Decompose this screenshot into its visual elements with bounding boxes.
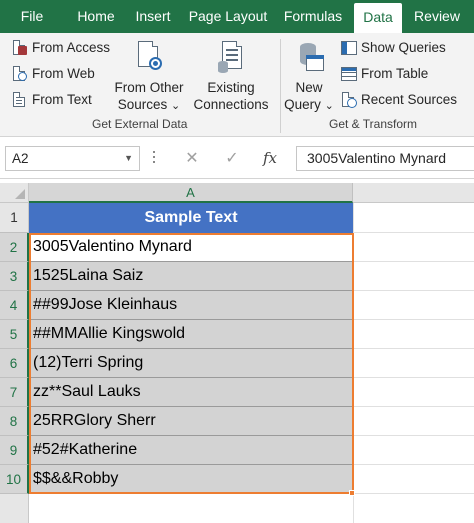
new-query-icon (292, 39, 326, 77)
new-query-button[interactable]: New Query ⌄ (284, 39, 334, 115)
gridline (353, 319, 474, 320)
table-cell[interactable]: 25RRGlory Sherr (29, 407, 353, 436)
row-header[interactable]: 8 (0, 407, 29, 436)
from-other-sources-button[interactable]: From Other Sources ⌄ (112, 39, 186, 115)
row-header[interactable]: 7 (0, 378, 29, 407)
text-file-icon (12, 92, 28, 108)
table-cell[interactable]: 1525Laina Saiz (29, 262, 353, 291)
gridline (353, 435, 474, 436)
tab-insert[interactable]: Insert (130, 0, 176, 33)
from-web-label: From Web (32, 66, 95, 81)
from-web-button[interactable]: From Web (12, 63, 95, 85)
connections-icon (214, 39, 248, 77)
tab-file[interactable]: File (10, 0, 54, 33)
group-label-get-external-data: Get External Data (92, 117, 188, 131)
table-cell[interactable]: zz**Saul Lauks (29, 378, 353, 407)
table-cell[interactable]: ##99Jose Kleinhaus (29, 291, 353, 320)
select-all-button[interactable] (0, 183, 29, 203)
new-query-label-line2: Query ⌄ (284, 97, 334, 112)
from-text-label: From Text (32, 92, 92, 107)
row-header[interactable]: 10 (0, 465, 29, 494)
ribbon-tab-bar: File Home Insert Page Layout Formulas Da… (0, 0, 474, 33)
name-box-dropdown-icon[interactable]: ▼ (124, 147, 133, 170)
recent-sources-icon (341, 92, 357, 108)
show-queries-label: Show Queries (361, 40, 446, 55)
access-database-icon (12, 40, 28, 56)
row-header[interactable]: 4 (0, 291, 29, 320)
gridline (353, 261, 474, 262)
existing-connections-label-line1: Existing (207, 80, 255, 95)
tab-home[interactable]: Home (70, 0, 122, 33)
tab-page-layout[interactable]: Page Layout (186, 0, 270, 33)
insert-function-icon[interactable]: fx (258, 146, 282, 171)
web-globe-icon (12, 66, 28, 82)
column-header-a[interactable]: A (29, 183, 353, 203)
formula-bar: A2 ▼ ✕ ✓ fx 3005Valentino Mynard (0, 137, 474, 179)
name-box[interactable]: A2 ▼ (5, 146, 140, 171)
gridline (353, 348, 474, 349)
tab-data[interactable]: Data (354, 3, 402, 33)
show-queries-button[interactable]: Show Queries (341, 37, 446, 59)
other-sources-icon (132, 39, 166, 77)
row-header[interactable] (0, 494, 29, 523)
queries-pane-icon (341, 40, 357, 56)
table-cell[interactable]: 3005Valentino Mynard (29, 233, 353, 262)
ribbon: From Access From Web From Text From Othe… (0, 33, 474, 137)
tab-review[interactable]: Review (408, 0, 466, 33)
recent-sources-label: Recent Sources (361, 92, 458, 107)
from-text-button[interactable]: From Text (12, 89, 92, 111)
table-cell[interactable]: (12)Terri Spring (29, 349, 353, 378)
from-access-button[interactable]: From Access (12, 37, 110, 59)
row-header[interactable]: 9 (0, 436, 29, 465)
from-other-sources-label-line1: From Other (114, 80, 184, 95)
from-table-label: From Table (361, 66, 429, 81)
from-access-label: From Access (32, 40, 111, 55)
fill-handle[interactable] (349, 490, 355, 496)
worksheet-grid: A 1 Sample Text 2 3005Valentino Mynard 3… (0, 179, 474, 523)
chevron-down-icon: ⌄ (324, 100, 334, 112)
table-cell[interactable]: #52#Katherine (29, 436, 353, 465)
row-header[interactable]: 2 (0, 233, 29, 262)
table-header-cell[interactable]: Sample Text (29, 203, 353, 233)
row-header[interactable]: 5 (0, 320, 29, 349)
existing-connections-label-line2: Connections (193, 97, 269, 112)
group-separator (280, 39, 281, 133)
chevron-down-icon: ⌄ (171, 100, 181, 112)
formula-input[interactable]: 3005Valentino Mynard (296, 146, 474, 171)
tab-formulas[interactable]: Formulas (280, 0, 346, 33)
group-label-get-transform: Get & Transform (329, 117, 418, 131)
column-header-empty[interactable] (353, 183, 474, 203)
gridline (353, 203, 354, 523)
gridline (353, 290, 474, 291)
gridline (353, 377, 474, 378)
existing-connections-button[interactable]: Existing Connections (192, 39, 270, 113)
formula-bar-resize-handle[interactable] (152, 151, 156, 165)
table-icon (341, 66, 357, 82)
row-header[interactable]: 3 (0, 262, 29, 291)
table-cell[interactable]: ##MMAllie Kingswold (29, 320, 353, 349)
table-cell[interactable]: $$&&Robby (29, 465, 353, 494)
new-query-label-line1: New (295, 80, 323, 95)
from-other-sources-label-line2: Sources ⌄ (117, 97, 181, 112)
confirm-entry-icon[interactable]: ✓ (220, 146, 244, 171)
row-header[interactable]: 1 (0, 203, 29, 233)
cancel-entry-icon[interactable]: ✕ (180, 146, 204, 171)
from-table-button[interactable]: From Table (341, 63, 428, 85)
recent-sources-button[interactable]: Recent Sources (341, 89, 457, 111)
name-box-value: A2 (12, 151, 29, 166)
gridline (353, 464, 474, 465)
gridline (353, 493, 474, 494)
row-header[interactable]: 6 (0, 349, 29, 378)
gridline (353, 232, 474, 233)
gridline (353, 406, 474, 407)
